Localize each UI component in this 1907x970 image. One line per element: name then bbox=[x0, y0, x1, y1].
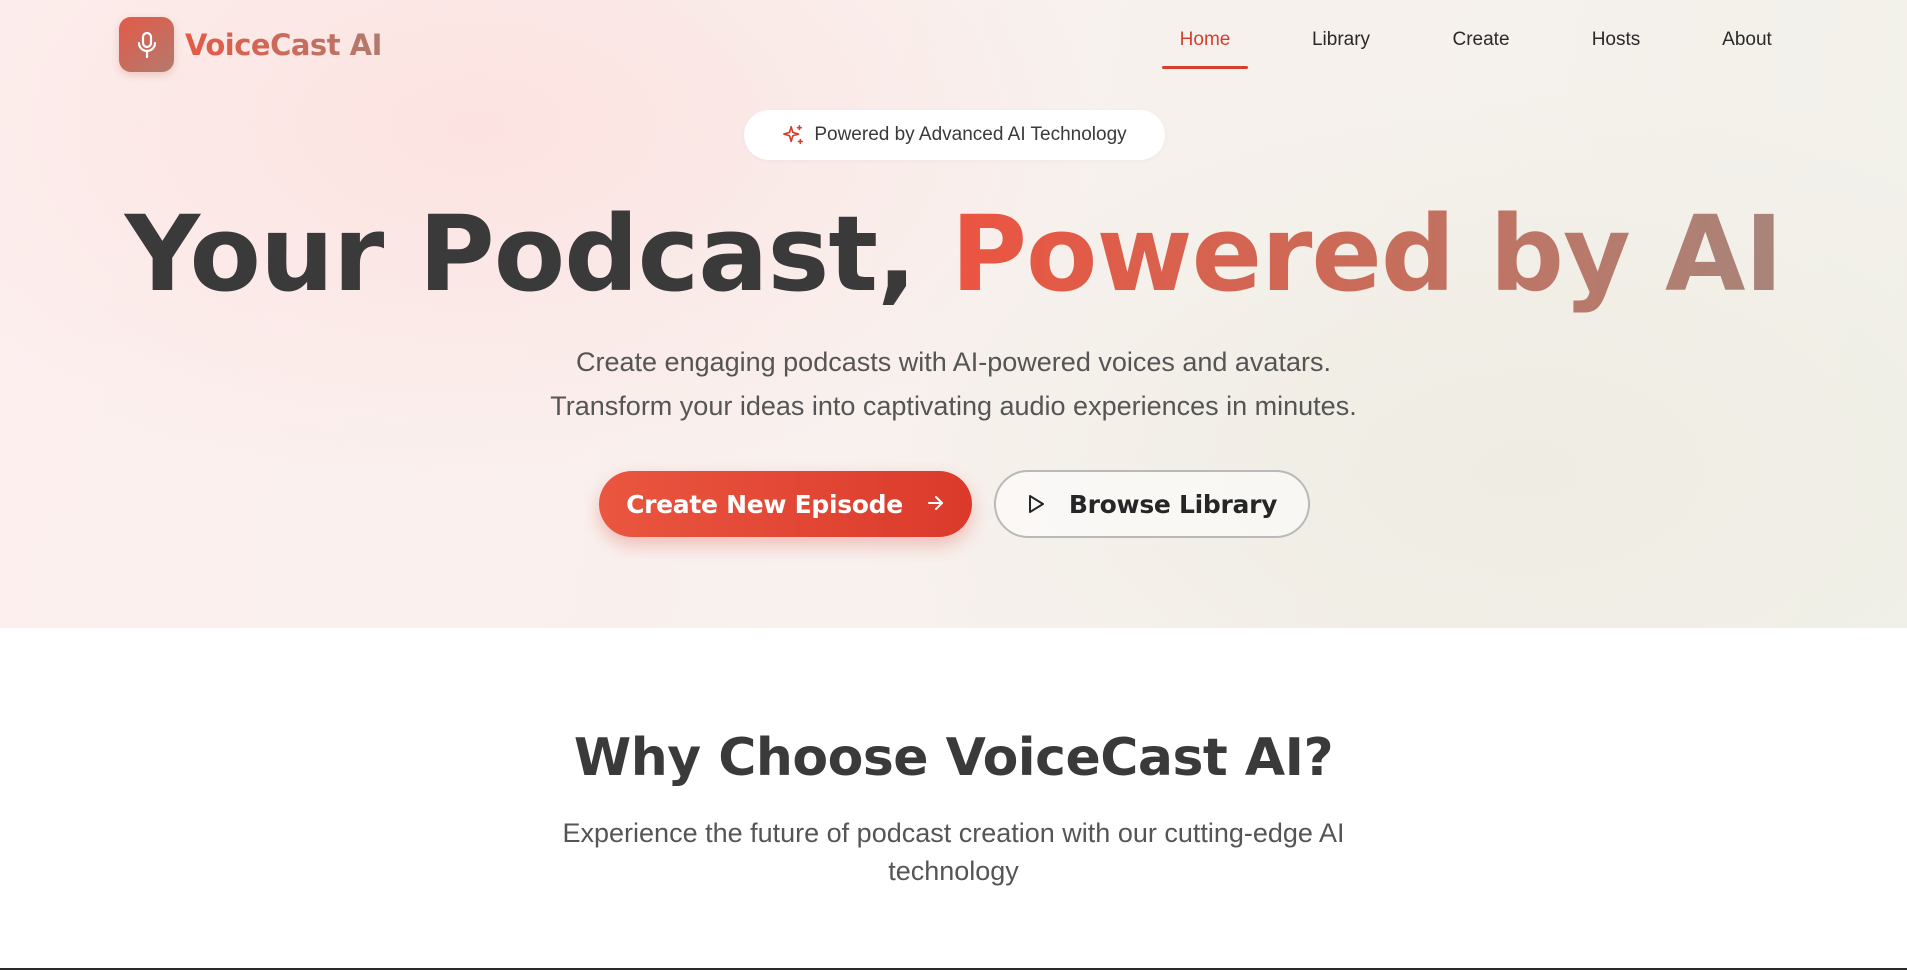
create-episode-button[interactable]: Create New Episode bbox=[599, 471, 972, 537]
badge-text: Powered by Advanced AI Technology bbox=[814, 124, 1127, 145]
hero-subtitle-line-1: Create engaging podcasts with AI-powered… bbox=[576, 347, 1331, 377]
nav-home[interactable]: Home bbox=[1180, 29, 1231, 51]
nav-library[interactable]: Library bbox=[1312, 29, 1370, 51]
features-subtitle: Experience the future of podcast creatio… bbox=[500, 814, 1407, 890]
arrow-right-icon bbox=[927, 492, 945, 517]
features-title: Why Choose VoiceCast AI? bbox=[573, 728, 1334, 788]
nav-create[interactable]: Create bbox=[1452, 29, 1509, 51]
nav-active-indicator bbox=[1162, 66, 1248, 69]
features-subtitle-line-1: Experience the future of podcast creatio… bbox=[562, 818, 1345, 848]
browse-library-label: Browse Library bbox=[1068, 489, 1278, 519]
hero-subtitle: Create engaging podcasts with AI-powered… bbox=[0, 340, 1907, 428]
sparkles-icon bbox=[782, 124, 804, 146]
browse-library-button[interactable]: Browse Library bbox=[994, 470, 1310, 538]
headline-accent: Powered by AI bbox=[950, 193, 1783, 315]
powered-by-badge: Powered by Advanced AI Technology bbox=[744, 110, 1165, 160]
hero-headline: Your Podcast, Powered by AI bbox=[0, 194, 1907, 314]
headline-part-1: Your Podcast, bbox=[124, 193, 951, 315]
nav-about[interactable]: About bbox=[1722, 29, 1772, 51]
features-subtitle-line-2: technology bbox=[888, 856, 1019, 886]
hero-subtitle-line-2: Transform your ideas into captivating au… bbox=[550, 391, 1357, 421]
main-nav: Home Library Create Hosts About bbox=[0, 29, 1907, 73]
play-icon bbox=[1027, 494, 1045, 514]
nav-hosts[interactable]: Hosts bbox=[1592, 29, 1641, 51]
create-episode-label: Create New Episode bbox=[626, 489, 903, 519]
